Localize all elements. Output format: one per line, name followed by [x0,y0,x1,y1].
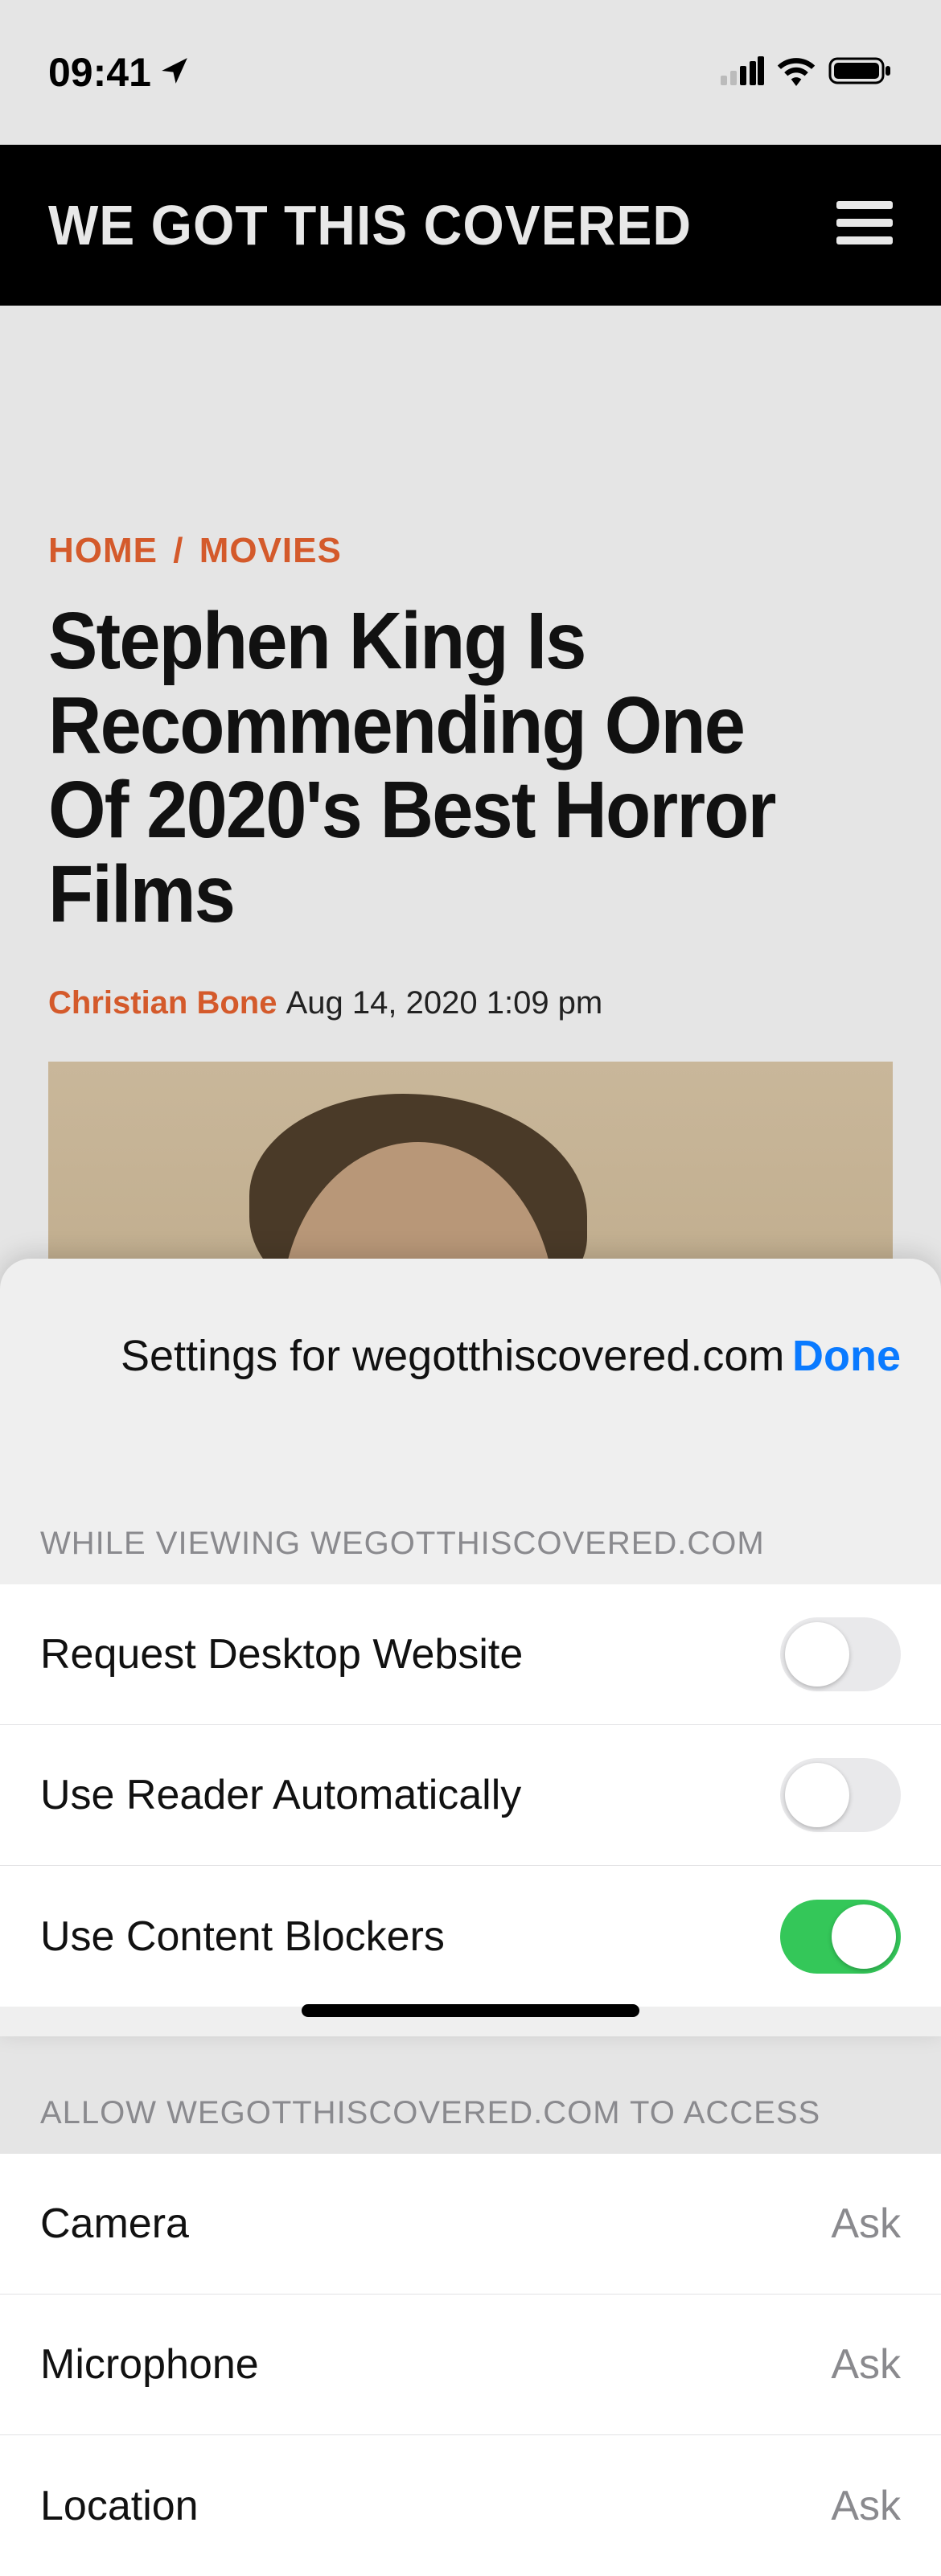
location-arrow-icon [159,49,190,96]
section-header-allow-access: ALLOW WEGOTTHISCOVERED.COM TO ACCESS [0,2007,941,2154]
toggle-content-blockers[interactable] [780,1900,901,1974]
done-button[interactable]: Done [792,1331,901,1381]
row-camera[interactable]: Camera Ask [0,2154,941,2295]
battery-icon [828,55,893,90]
section-header-while-viewing: WHILE VIEWING WEGOTTHISCOVERED.COM [0,1381,941,1584]
site-settings-sheet: Settings for wegotthiscovered.com Done W… [0,1259,941,2036]
row-label: Request Desktop Website [40,1630,523,1678]
cellular-icon [721,56,764,89]
breadcrumb-category[interactable]: MOVIES [199,531,342,570]
breadcrumb[interactable]: HOME / MOVIES [48,531,893,571]
row-value: Ask [831,2200,901,2248]
row-label: Use Content Blockers [40,1912,445,1961]
row-value: Ask [831,2340,901,2389]
publish-date: Aug 14, 2020 1:09 pm [286,985,603,1021]
settings-group-access: Camera Ask Microphone Ask Location Ask [0,2154,941,2576]
hamburger-menu-icon[interactable] [836,201,893,249]
row-value: Ask [831,2482,901,2530]
home-indicator[interactable] [302,2004,639,2017]
row-label: Location [40,2482,199,2530]
status-time-text: 09:41 [48,49,151,96]
toggle-request-desktop[interactable] [780,1617,901,1691]
row-label: Camera [40,2200,189,2248]
row-request-desktop[interactable]: Request Desktop Website [0,1584,941,1725]
article-title: Stephen King Is Recommending One Of 2020… [48,599,825,937]
row-location[interactable]: Location Ask [0,2435,941,2576]
ad-space [48,306,893,531]
toggle-reader-auto[interactable] [780,1758,901,1832]
breadcrumb-separator: / [173,531,183,570]
site-logo[interactable]: WE GOT THIS COVERED [48,193,692,257]
sheet-title: Settings for wegotthiscovered.com [121,1331,784,1381]
status-time: 09:41 [48,49,190,96]
row-label: Use Reader Automatically [40,1771,521,1819]
row-content-blockers[interactable]: Use Content Blockers [0,1866,941,2007]
row-microphone[interactable]: Microphone Ask [0,2295,941,2435]
status-bar: 09:41 [0,0,941,145]
breadcrumb-home[interactable]: HOME [48,531,158,570]
row-label: Microphone [40,2340,259,2389]
wifi-icon [775,55,817,90]
settings-group-viewing: Request Desktop Website Use Reader Autom… [0,1584,941,2007]
status-right [721,55,893,90]
row-reader-auto[interactable]: Use Reader Automatically [0,1725,941,1866]
sheet-header: Settings for wegotthiscovered.com Done [0,1259,941,1381]
byline: Christian Bone Aug 14, 2020 1:09 pm [48,985,893,1021]
site-header: WE GOT THIS COVERED [0,145,941,306]
author-name[interactable]: Christian Bone [48,985,277,1021]
